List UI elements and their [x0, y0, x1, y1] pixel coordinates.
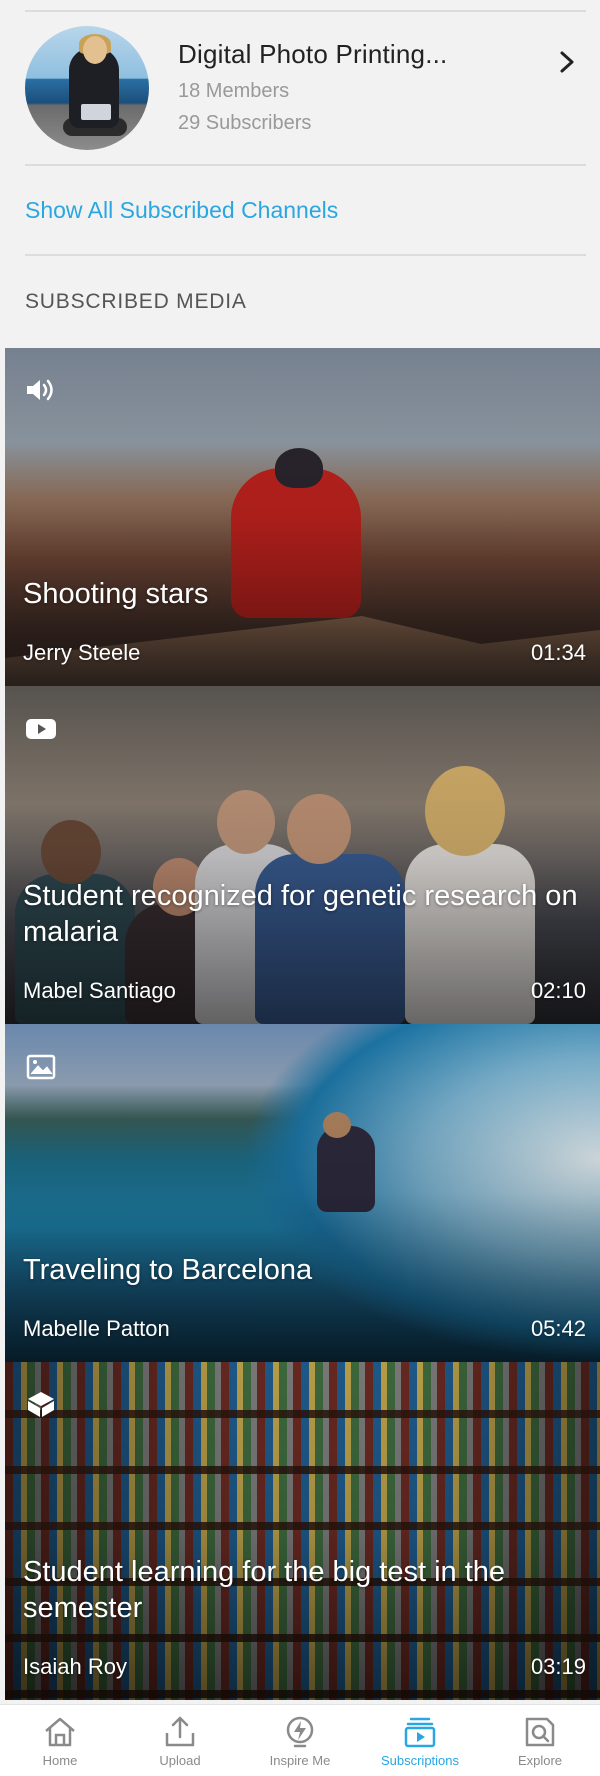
tab-upload[interactable]: Upload [125, 1715, 235, 1768]
media-card[interactable]: Shooting stars Jerry Steele 01:34 [5, 348, 600, 686]
channel-subscribers: 29 Subscribers [178, 112, 312, 134]
media-author: Jerry Steele [23, 640, 141, 665]
image-scrim [5, 1362, 600, 1700]
media-duration: 05:42 [530, 1316, 586, 1341]
tab-subscriptions[interactable]: Subscriptions [365, 1715, 475, 1768]
media-title: Traveling to Barcelona [23, 1254, 313, 1286]
media-list: Shooting stars Jerry Steele 01:34 Studen… [5, 348, 600, 1700]
tab-label: Subscriptions [380, 1753, 460, 1768]
channel-members: 18 Members [178, 80, 290, 102]
tab-bar: Home Upload Inspire Me Subscriptions Exp… [0, 1704, 600, 1776]
image-icon [26, 1054, 56, 1080]
media-author: Isaiah Roy [23, 1654, 127, 1679]
divider [25, 164, 586, 166]
channel-row[interactable]: Digital Photo Printing... 18 Members 29 … [5, 14, 600, 164]
media-title: Shooting stars [23, 578, 209, 610]
media-card[interactable]: Student recognized for genetic research … [5, 686, 600, 1024]
avatar-figure-head [83, 36, 107, 64]
avatar-figure-tablet [81, 104, 111, 120]
divider [25, 254, 586, 256]
media-author: Mabelle Patton [23, 1316, 170, 1341]
media-title: Student learning for the big test in the… [23, 1556, 506, 1624]
audio-icon [27, 379, 53, 401]
image-scrim [5, 1024, 600, 1362]
image-scrim [5, 686, 600, 1024]
upload-icon [165, 1716, 195, 1747]
subscriptions-icon [404, 1717, 436, 1748]
media-duration: 02:10 [530, 978, 586, 1003]
show-all-channels-link[interactable]: Show All Subscribed Channels [25, 197, 338, 224]
subscriptions-screen: Digital Photo Printing... 18 Members 29 … [5, 0, 600, 1776]
chevron-right-icon[interactable] [556, 50, 578, 74]
tab-label: Explore [517, 1753, 563, 1768]
media-title: Student recognized for genetic research … [23, 880, 578, 948]
channel-avatar [25, 26, 149, 150]
media-author: Mabel Santiago [23, 978, 176, 1003]
channel-name: Digital Photo Printing... [178, 39, 448, 69]
media-duration: 01:34 [530, 640, 586, 665]
media-card[interactable]: Student learning for the big test in the… [5, 1362, 600, 1700]
tab-home[interactable]: Home [5, 1715, 115, 1768]
tab-explore[interactable]: Explore [485, 1715, 595, 1768]
tab-label: Upload [159, 1753, 201, 1768]
cube-icon [28, 1392, 54, 1417]
divider [25, 10, 586, 12]
media-duration: 03:19 [530, 1654, 586, 1679]
video-icon [26, 719, 56, 739]
home-icon [45, 1717, 75, 1747]
media-card[interactable]: Traveling to Barcelona Mabelle Patton 05… [5, 1024, 600, 1362]
tab-inspire-me[interactable]: Inspire Me [245, 1715, 355, 1768]
tab-label: Home [42, 1753, 78, 1768]
section-title: SUBSCRIBED MEDIA [25, 290, 247, 313]
lightning-icon [286, 1716, 314, 1748]
explore-icon [525, 1717, 555, 1747]
image-scrim [5, 348, 600, 686]
tab-label: Inspire Me [269, 1753, 331, 1768]
